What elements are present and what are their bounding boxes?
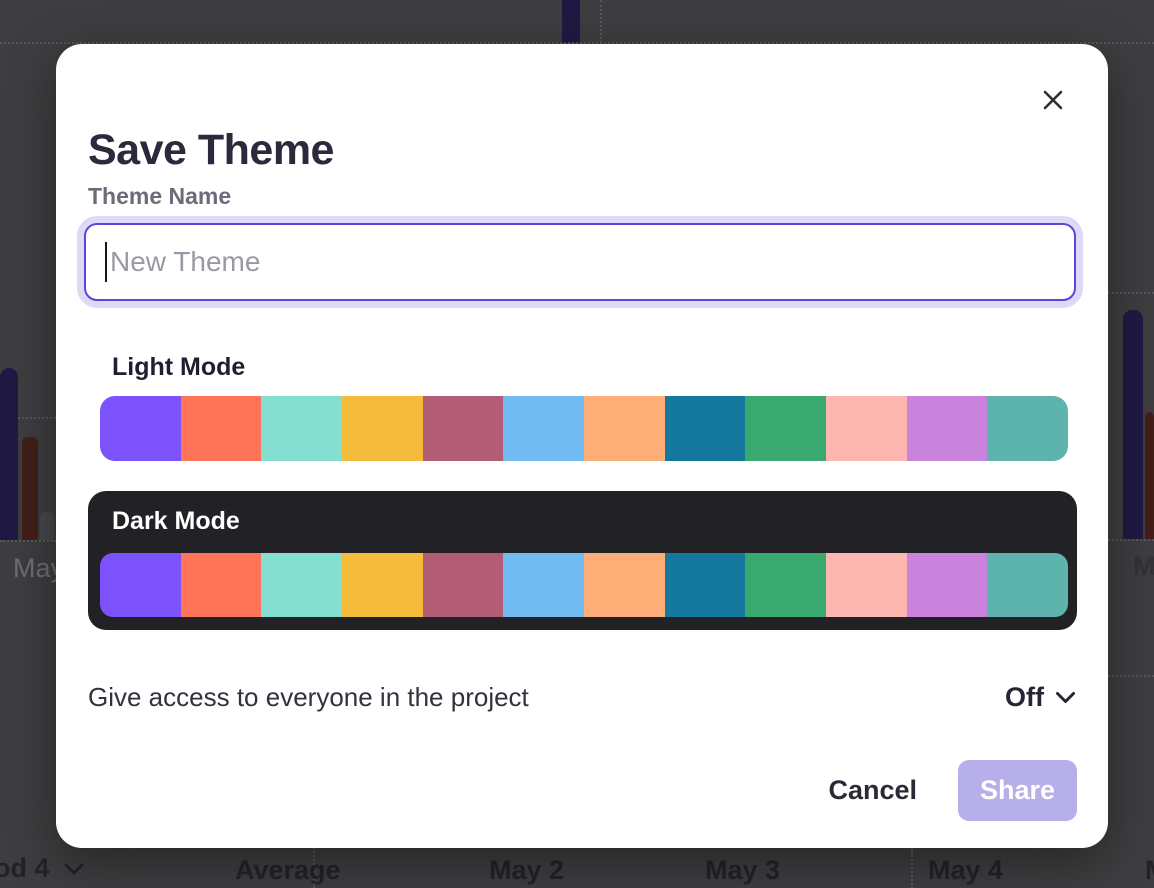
access-dropdown-value: Off xyxy=(1005,682,1044,713)
access-row: Give access to everyone in the project O… xyxy=(88,676,1076,718)
palette-swatch xyxy=(665,553,746,617)
dark-mode-label: Dark Mode xyxy=(112,507,240,536)
bg-bar xyxy=(1123,310,1143,539)
bg-gridline xyxy=(1108,539,1154,541)
save-theme-dialog: Save Theme Theme Name Light Mode Dark Mo… xyxy=(56,44,1108,848)
palette-swatch xyxy=(826,396,907,461)
bg-axis-label: May 3 xyxy=(705,855,780,886)
bg-gridline xyxy=(911,848,913,888)
bg-gridline xyxy=(18,417,56,419)
bg-gridline xyxy=(1108,675,1154,677)
palette-swatch xyxy=(261,553,342,617)
light-mode-palette xyxy=(100,396,1068,461)
bg-axis-label: Average xyxy=(235,855,341,886)
palette-swatch xyxy=(503,553,584,617)
bg-bar xyxy=(1145,412,1154,539)
bg-bar xyxy=(0,368,18,540)
bg-bar xyxy=(40,512,54,540)
bg-gridline xyxy=(0,540,56,542)
access-dropdown[interactable]: Off xyxy=(1005,682,1076,713)
chevron-down-icon xyxy=(64,862,84,880)
palette-swatch xyxy=(181,396,262,461)
cancel-button[interactable]: Cancel xyxy=(828,775,917,806)
bg-period-label: od 4 xyxy=(0,853,50,884)
close-icon xyxy=(1040,87,1066,118)
close-button[interactable] xyxy=(1039,88,1067,116)
bg-axis-label: May 2 xyxy=(489,855,564,886)
dialog-title: Save Theme xyxy=(88,126,334,175)
palette-swatch xyxy=(342,553,423,617)
dark-mode-palette xyxy=(100,553,1068,617)
palette-swatch xyxy=(342,396,423,461)
palette-swatch xyxy=(987,553,1068,617)
palette-swatch xyxy=(423,553,504,617)
palette-swatch xyxy=(745,553,826,617)
palette-swatch xyxy=(100,553,181,617)
palette-swatch xyxy=(826,553,907,617)
share-button[interactable]: Share xyxy=(958,760,1077,821)
access-label: Give access to everyone in the project xyxy=(88,682,529,713)
palette-swatch xyxy=(100,396,181,461)
chevron-down-icon xyxy=(1055,691,1076,709)
palette-swatch xyxy=(423,396,504,461)
bg-bar xyxy=(562,0,580,43)
palette-swatch xyxy=(181,553,262,617)
palette-swatch xyxy=(584,396,665,461)
bg-axis-label: Ma xyxy=(1133,551,1154,582)
theme-name-input[interactable] xyxy=(86,225,1074,299)
palette-swatch xyxy=(261,396,342,461)
bg-gridline xyxy=(1108,292,1154,294)
palette-swatch xyxy=(503,396,584,461)
dark-mode-card: Dark Mode xyxy=(88,491,1077,630)
bg-period-selector[interactable]: od 4 xyxy=(0,853,84,884)
palette-swatch xyxy=(665,396,746,461)
theme-name-label: Theme Name xyxy=(88,183,231,210)
dialog-footer: Cancel Share xyxy=(828,760,1077,821)
bg-gridline xyxy=(600,0,602,43)
palette-swatch xyxy=(907,553,988,617)
palette-swatch xyxy=(584,553,665,617)
palette-swatch xyxy=(907,396,988,461)
bg-axis-label: May 4 xyxy=(928,855,1003,886)
palette-swatch xyxy=(987,396,1068,461)
bg-bar xyxy=(22,437,38,540)
text-caret xyxy=(105,242,107,282)
bg-axis-label: M xyxy=(1145,855,1154,886)
theme-name-input-wrapper xyxy=(84,223,1076,301)
light-mode-label: Light Mode xyxy=(112,353,245,382)
palette-swatch xyxy=(745,396,826,461)
